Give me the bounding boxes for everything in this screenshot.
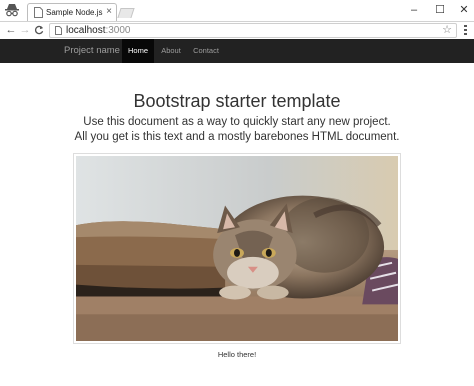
forward-icon[interactable]: → xyxy=(18,22,32,39)
photo-caption: Hello there! xyxy=(217,350,257,359)
menu-icon[interactable] xyxy=(460,25,470,36)
page-title: Bootstrap starter template xyxy=(133,91,341,111)
lead-text-line-2: All you get is this text and a mostly ba… xyxy=(74,131,400,143)
star-icon[interactable]: ☆ xyxy=(442,24,452,37)
cat-image xyxy=(76,156,398,341)
reload-icon[interactable] xyxy=(32,22,46,39)
browser-tab[interactable]: Sample Node.js × xyxy=(27,3,117,21)
navbar-brand[interactable]: Project name xyxy=(64,39,120,63)
back-icon[interactable]: ← xyxy=(4,22,18,39)
browser-titlebar: Sample Node.js × – ☐ ✕ xyxy=(0,0,474,22)
url-text: localhost:3000 xyxy=(66,25,131,37)
browser-toolbar: ← → localhost:3000 ☆ xyxy=(0,22,474,39)
window-close-button[interactable]: ✕ xyxy=(452,0,474,20)
lead-text-line-1: Use this document as a way to quickly st… xyxy=(83,116,391,128)
incognito-icon xyxy=(5,4,19,17)
window-maximize-button[interactable]: ☐ xyxy=(428,0,452,20)
url-host: localhost xyxy=(66,25,106,36)
nav-item-home[interactable]: Home xyxy=(122,39,154,63)
nav-item-about[interactable]: About xyxy=(156,39,186,63)
tab-close-button[interactable]: × xyxy=(106,6,112,18)
address-bar[interactable]: localhost:3000 ☆ xyxy=(49,23,457,38)
url-port: :3000 xyxy=(105,25,131,36)
cat-photo xyxy=(73,153,401,344)
new-tab-button[interactable] xyxy=(117,8,135,18)
site-navbar: Project name Home About Contact xyxy=(0,39,474,63)
page-icon xyxy=(34,7,43,18)
tab-title: Sample Node.js xyxy=(46,8,103,17)
page-icon xyxy=(55,26,62,35)
window-minimize-button[interactable]: – xyxy=(402,0,426,20)
nav-item-contact[interactable]: Contact xyxy=(188,39,224,63)
